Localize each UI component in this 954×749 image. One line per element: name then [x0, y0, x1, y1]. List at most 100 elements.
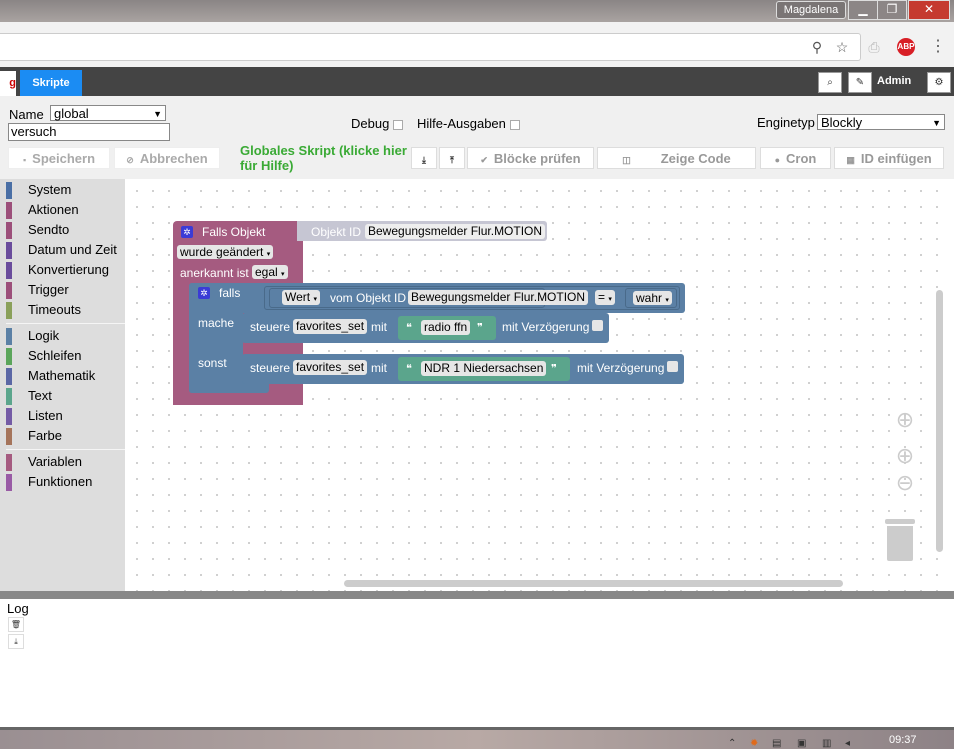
recenter-icon[interactable]: ⊕: [892, 407, 918, 433]
toolbox-category-text[interactable]: Text: [6, 387, 125, 405]
debug-checkbox[interactable]: [393, 119, 404, 130]
toolbox-category-aktionen[interactable]: Aktionen: [6, 201, 125, 219]
trash-icon[interactable]: [885, 519, 915, 561]
cancel-button[interactable]: ⊘ Abbrechen: [114, 147, 220, 169]
show-code-button[interactable]: ◫ Zeige Code: [597, 147, 756, 169]
clock-icon: ●: [774, 155, 781, 165]
toolbox-category-listen[interactable]: Listen: [6, 407, 125, 425]
toolbox-category-sendto[interactable]: Sendto: [6, 221, 125, 239]
hilfe-toggle[interactable]: Hilfe-Ausgaben: [417, 116, 520, 131]
toolbox-category-mathematik[interactable]: Mathematik: [6, 367, 125, 385]
toolbox-category-farbe[interactable]: Farbe: [6, 427, 125, 445]
toolbox-category-logik[interactable]: Logik: [6, 327, 125, 345]
blockly-workspace[interactable]: ✲ Falls Objekt Objekt ID Bewegungsmelder…: [125, 179, 947, 591]
category-label: Logik: [28, 328, 60, 343]
category-color-bar: [6, 262, 12, 279]
script-name-input[interactable]: versuch: [8, 123, 170, 141]
insert-id-button[interactable]: ▦ ID einfügen: [834, 147, 944, 169]
show-code-label: Zeige Code: [660, 151, 731, 166]
variable-field-else[interactable]: favorites_set: [293, 360, 368, 375]
variable-field-do[interactable]: favorites_set: [293, 319, 368, 334]
tab-skripte[interactable]: Skripte: [20, 70, 82, 96]
speaker-icon[interactable]: ◂: [845, 738, 850, 749]
global-script-help-link[interactable]: Globales Skript (klicke hier für Hilfe): [240, 143, 410, 173]
operator-dropdown[interactable]: = ▾: [595, 290, 615, 305]
toolbox-category-schleifen[interactable]: Schleifen: [6, 347, 125, 365]
toolbox-category-timeouts[interactable]: Timeouts: [6, 301, 125, 319]
delay-checkbox-else[interactable]: [667, 361, 678, 372]
delay-checkbox-do[interactable]: [592, 320, 603, 331]
check-blocks-button[interactable]: ✔ Blöcke prüfen: [467, 147, 594, 169]
category-color-bar: [6, 182, 12, 199]
engine-select-value: Blockly: [821, 115, 863, 130]
object-id-field[interactable]: Bewegungsmelder Flur.MOTION: [365, 224, 546, 239]
log-divider[interactable]: [0, 591, 954, 599]
edit-icon[interactable]: ✎: [848, 72, 872, 93]
star-icon[interactable]: ☆: [832, 37, 852, 57]
toolbox-category-konvertierung[interactable]: Konvertierung: [6, 261, 125, 279]
hilfe-label: Hilfe-Ausgaben: [417, 116, 506, 131]
tab-previous[interactable]: g: [0, 71, 16, 96]
app-tray-icon[interactable]: ✹: [750, 738, 758, 749]
adblock-icon[interactable]: ABP: [897, 38, 915, 56]
close-button[interactable]: ✕: [908, 0, 950, 20]
zoom-out-icon[interactable]: ⊖: [892, 470, 918, 496]
export-button[interactable]: ⤓: [411, 147, 437, 169]
condition-object-field[interactable]: Bewegungsmelder Flur.MOTION: [408, 290, 589, 305]
network-icon[interactable]: ▤: [772, 738, 781, 749]
chevron-up-icon[interactable]: ⌃: [728, 738, 736, 749]
engine-select[interactable]: Blockly ▼: [817, 114, 945, 130]
zoom-in-icon[interactable]: ⊕: [892, 443, 918, 469]
bool-value: wahr: [636, 291, 663, 305]
pdf-icon[interactable]: ⎙: [864, 37, 884, 57]
display-icon[interactable]: ▣: [797, 738, 806, 749]
workspace-horizontal-scrollbar[interactable]: [344, 580, 843, 587]
toolbox-category-system[interactable]: System: [6, 181, 125, 199]
text-field-else[interactable]: NDR 1 Niedersachsen: [421, 361, 547, 376]
check-icon: ✔: [480, 155, 488, 165]
category-label: Variablen: [28, 454, 82, 469]
search-icon[interactable]: ⌕: [818, 72, 842, 93]
import-button[interactable]: ⤒: [439, 147, 465, 169]
trash-icon[interactable]: 🗑: [8, 617, 24, 632]
debug-toggle[interactable]: Debug: [351, 116, 404, 131]
log-label: Log: [7, 601, 29, 616]
cron-button[interactable]: ● Cron: [760, 147, 831, 169]
profile-user-badge[interactable]: Magdalena: [776, 1, 846, 19]
download-icon[interactable]: ⤓: [8, 634, 24, 649]
workspace-vertical-scrollbar[interactable]: [936, 290, 943, 552]
minimize-button[interactable]: ▁: [848, 0, 878, 20]
control-label-do: steuere: [250, 320, 291, 334]
object-id-label: Objekt ID: [311, 225, 362, 239]
text-field-do[interactable]: radio ffn: [421, 320, 471, 335]
ack-dropdown[interactable]: egal ▾: [252, 265, 288, 279]
gear-icon[interactable]: ✲: [198, 287, 210, 299]
restore-button[interactable]: ❐: [877, 0, 907, 20]
name-select-value: global: [54, 106, 89, 121]
wifi-icon[interactable]: ▥: [822, 738, 831, 749]
save-button[interactable]: ▪ Speichern: [8, 147, 110, 169]
category-color-bar: [6, 328, 12, 345]
category-label: Timeouts: [28, 302, 81, 317]
toolbox-category-datum-und-zeit[interactable]: Datum und Zeit: [6, 241, 125, 259]
ack-label: anerkannt ist: [180, 266, 249, 280]
kebab-icon[interactable]: ⋮: [928, 37, 948, 57]
list-icon: ▦: [846, 155, 855, 165]
url-input[interactable]: [0, 33, 861, 61]
wert-dropdown[interactable]: Wert ▾: [282, 290, 320, 305]
changed-dropdown[interactable]: wurde geändert ▾: [177, 245, 274, 259]
hilfe-checkbox[interactable]: [509, 119, 520, 130]
gear-icon[interactable]: ✲: [181, 226, 193, 238]
trigger-block-bottom: [173, 397, 303, 405]
name-select[interactable]: global ▼: [50, 105, 166, 121]
magnifier-icon[interactable]: ⚲: [807, 37, 827, 57]
toolbox-category-trigger[interactable]: Trigger: [6, 281, 125, 299]
toolbox-category-funktionen[interactable]: Funktionen: [6, 473, 125, 491]
gear-icon[interactable]: ⚙: [927, 72, 951, 93]
bool-dropdown[interactable]: wahr ▾: [633, 291, 672, 305]
clock[interactable]: 09:37: [889, 734, 917, 746]
category-label: Konvertierung: [28, 262, 109, 277]
toolbox-category-variablen[interactable]: Variablen: [6, 453, 125, 471]
open-quote-icon: ❝: [406, 363, 412, 375]
delay-label-else: mit Verzögerung: [577, 361, 665, 375]
